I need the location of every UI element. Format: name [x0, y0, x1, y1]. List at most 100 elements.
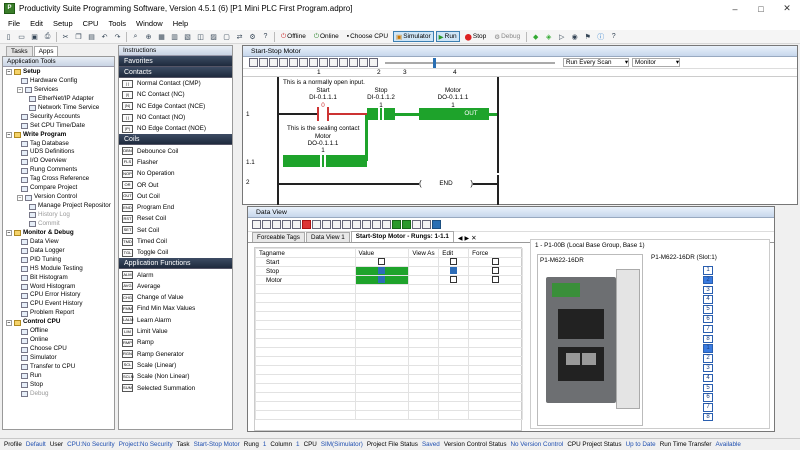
instruction-item[interactable]: FLS Flasher [119, 157, 232, 168]
menu-edit[interactable]: Edit [25, 19, 48, 28]
ladder-tool-icon[interactable] [329, 58, 338, 67]
force-checkbox[interactable] [492, 267, 500, 275]
new-file-icon[interactable]: ▯ [3, 31, 14, 42]
table-row[interactable]: Start [255, 257, 523, 267]
tree-item[interactable]: History Log [3, 211, 114, 220]
menu-tools[interactable]: Tools [103, 19, 131, 28]
tree-item[interactable]: Tag Cross Reference [3, 175, 114, 184]
menu-setup[interactable]: Setup [48, 19, 78, 28]
tree-item[interactable]: I/O Overview [3, 157, 114, 166]
table-row[interactable]: Stop [255, 266, 523, 276]
table-row[interactable] [255, 320, 523, 330]
table-row[interactable] [255, 383, 523, 393]
instruction-item[interactable]: CHG Change of Value [119, 292, 232, 303]
data-view-tool-icon[interactable] [322, 220, 331, 229]
breakpoint-icon[interactable]: ◈ [543, 31, 554, 42]
table-row[interactable] [255, 293, 523, 303]
collapse-icon[interactable]: − [6, 230, 12, 237]
ladder-tool-icon[interactable] [249, 58, 258, 67]
ladder-tool-icon[interactable] [339, 58, 348, 67]
table-row[interactable] [255, 356, 523, 366]
tree-item[interactable]: − Setup [3, 68, 114, 77]
value-cell[interactable] [354, 257, 410, 267]
instruction-item[interactable]: LALM Learn Alarm [119, 315, 232, 326]
value-cell[interactable] [354, 266, 410, 276]
instruction-item[interactable]: | | NO Contact (NO) [119, 112, 232, 123]
run-button[interactable]: ▶ Run [435, 31, 460, 42]
tree-item[interactable]: − Write Program [3, 131, 114, 140]
minimize-icon[interactable]: – [722, 4, 748, 14]
instruction-item[interactable]: RMP Ramp [119, 337, 232, 348]
ladder-tool-icon[interactable] [269, 58, 278, 67]
ladder-tool-icon[interactable] [259, 58, 268, 67]
tab-forceable-tags[interactable]: Forceable Tags [252, 232, 305, 242]
menu-window[interactable]: Window [131, 19, 168, 28]
end-coil[interactable]: (END) [419, 177, 473, 189]
collapse-icon[interactable]: − [6, 69, 12, 76]
tab-apps[interactable]: Apps [33, 45, 59, 56]
edit-checkbox[interactable] [450, 267, 458, 275]
table-row[interactable] [255, 311, 523, 321]
table-row[interactable] [255, 302, 523, 312]
data-view-tool-icon[interactable] [392, 220, 401, 229]
instruction-item[interactable]: SET Set Coil [119, 225, 232, 236]
tree-item[interactable]: CPU Event History [3, 300, 114, 309]
tree-item[interactable]: Data Logger [3, 247, 114, 256]
ladder-tool-icon[interactable] [289, 58, 298, 67]
edit-cell[interactable] [438, 275, 470, 285]
tree-item[interactable]: − Control CPU [3, 318, 114, 327]
undo-icon[interactable]: ↶ [99, 31, 110, 42]
tree-item[interactable]: Security Accounts [3, 113, 114, 122]
tree-item[interactable]: Tag Database [3, 140, 114, 149]
menu-file[interactable]: File [3, 19, 25, 28]
data-view-tool-icon[interactable] [252, 220, 261, 229]
ladder-tool-icon[interactable] [359, 58, 368, 67]
tree-item[interactable]: Debug [3, 390, 114, 399]
save-icon[interactable]: ▣ [29, 31, 40, 42]
value-cell[interactable] [354, 275, 410, 285]
scan-icon[interactable]: ▷ [556, 31, 567, 42]
tree-item[interactable]: Bit Histogram [3, 274, 114, 283]
tab-close-icon[interactable]: ✕ [471, 234, 476, 242]
instruction-item[interactable]: END Program End [119, 202, 232, 213]
table-row[interactable] [255, 410, 523, 420]
table-row[interactable] [255, 329, 523, 339]
col-view-as[interactable]: View As [408, 248, 440, 258]
instruction-item[interactable]: AVG Average [119, 281, 232, 292]
online-button[interactable]: ⏻ Online [311, 31, 342, 42]
col-force[interactable]: Force [468, 248, 523, 258]
tab-tasks[interactable]: Tasks [6, 45, 33, 56]
redo-icon[interactable]: ↷ [112, 31, 123, 42]
data-view-tool-icon[interactable] [272, 220, 281, 229]
instruction-item[interactable]: SCL Scale (Linear) [119, 360, 232, 371]
tree-item[interactable]: − Monitor & Debug [3, 229, 114, 238]
tree-item[interactable]: CPU Error History [3, 291, 114, 300]
maximize-icon[interactable]: □ [748, 4, 774, 14]
data-view-tool-icon[interactable] [302, 220, 311, 229]
data-view-tool-icon[interactable] [382, 220, 391, 229]
ladder-tool-icon[interactable] [309, 58, 318, 67]
ladder-tool-icon[interactable] [319, 58, 328, 67]
table-row[interactable] [255, 284, 523, 294]
value-checkbox[interactable] [378, 267, 386, 275]
table-row[interactable] [255, 392, 523, 402]
instruction-section-header[interactable]: Favorites [119, 56, 232, 67]
tree-item[interactable]: Run [3, 372, 114, 381]
tree-item[interactable]: Simulator [3, 354, 114, 363]
step-icon[interactable]: ◆ [530, 31, 541, 42]
stop-button[interactable]: ⬤ Stop [462, 31, 490, 42]
instruction-section-header[interactable]: Coils [119, 134, 232, 146]
start-contact[interactable] [317, 107, 329, 121]
instruction-item[interactable]: LIM Limit Value [119, 326, 232, 337]
data-view-tool-icon[interactable] [312, 220, 321, 229]
data-view-tool-icon[interactable] [422, 220, 431, 229]
instruction-item[interactable]: RST Reset Coil [119, 213, 232, 224]
plc-module-image[interactable] [546, 277, 616, 403]
value-checkbox[interactable] [378, 258, 386, 266]
col-value[interactable]: Value [354, 248, 410, 258]
tree-item[interactable]: − Services [3, 86, 114, 95]
instruction-item[interactable]: NOP No Operation [119, 168, 232, 179]
tree-item[interactable]: − Version Control [3, 193, 114, 202]
scan-mode-select[interactable]: Run Every Scan ▾ [563, 58, 629, 67]
instruction-item[interactable]: OUT Out Coil [119, 191, 232, 202]
